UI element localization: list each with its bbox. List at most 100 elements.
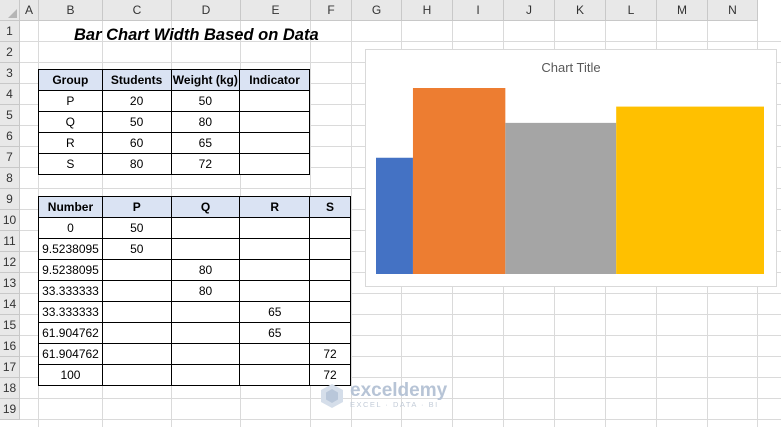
- table-cell[interactable]: 100: [38, 364, 103, 386]
- table-cell[interactable]: [239, 132, 310, 154]
- header-weight[interactable]: Weight (kg): [170, 69, 241, 91]
- table-cell[interactable]: 80: [170, 111, 241, 133]
- table-cell[interactable]: 65: [170, 132, 241, 154]
- chart-bar-S[interactable]: [616, 106, 764, 274]
- column-header-N[interactable]: N: [708, 0, 758, 21]
- column-header-B[interactable]: B: [39, 0, 103, 21]
- column-header-J[interactable]: J: [504, 0, 555, 21]
- row-header-4[interactable]: 4: [0, 84, 20, 105]
- table-cell[interactable]: P: [38, 90, 103, 112]
- table-cell[interactable]: [239, 153, 310, 175]
- row-header-13[interactable]: 13: [0, 273, 20, 294]
- table-cell[interactable]: 65: [239, 322, 311, 344]
- chart-bar-P[interactable]: [376, 157, 413, 274]
- column-header-I[interactable]: I: [453, 0, 504, 21]
- table-cell[interactable]: [309, 259, 351, 281]
- table-cell[interactable]: [239, 280, 311, 302]
- table-cell[interactable]: 50: [101, 217, 172, 239]
- table-cell[interactable]: [101, 322, 172, 344]
- table-cell[interactable]: 33.333333: [38, 301, 103, 323]
- table-cell[interactable]: 61.904762: [38, 322, 103, 344]
- row-header-16[interactable]: 16: [0, 336, 20, 357]
- table-cell[interactable]: [170, 301, 241, 323]
- table-cell[interactable]: 33.333333: [38, 280, 103, 302]
- table-cell[interactable]: 72: [170, 153, 241, 175]
- table-cell[interactable]: 72: [309, 343, 351, 365]
- header-p[interactable]: P: [101, 196, 172, 218]
- row-header-10[interactable]: 10: [0, 210, 20, 231]
- column-header-C[interactable]: C: [103, 0, 172, 21]
- table-cell[interactable]: [101, 343, 172, 365]
- table-cell[interactable]: 60: [101, 132, 172, 154]
- table-cell[interactable]: [170, 343, 241, 365]
- column-header-D[interactable]: D: [172, 0, 241, 21]
- table-cell[interactable]: [101, 364, 172, 386]
- table-cell[interactable]: [309, 217, 351, 239]
- table-cell[interactable]: [239, 238, 311, 260]
- row-header-3[interactable]: 3: [0, 63, 20, 84]
- select-all-corner[interactable]: [0, 0, 20, 21]
- chart-bar-R[interactable]: [505, 122, 617, 274]
- table-cell[interactable]: [309, 301, 351, 323]
- table-cell[interactable]: 80: [170, 280, 241, 302]
- column-header-F[interactable]: F: [311, 0, 352, 21]
- table-cell[interactable]: 50: [101, 238, 172, 260]
- row-header-8[interactable]: 8: [0, 168, 20, 189]
- column-header-A[interactable]: A: [20, 0, 39, 21]
- table-cell[interactable]: 80: [101, 153, 172, 175]
- table-cell[interactable]: 50: [101, 111, 172, 133]
- bar-chart[interactable]: Chart Title: [365, 49, 777, 287]
- row-header-2[interactable]: 2: [0, 42, 20, 63]
- table-cell[interactable]: [101, 301, 172, 323]
- table-cell[interactable]: [239, 364, 311, 386]
- row-header-15[interactable]: 15: [0, 315, 20, 336]
- row-header-5[interactable]: 5: [0, 105, 20, 126]
- chart-bar-Q[interactable]: [412, 88, 506, 274]
- column-header-K[interactable]: K: [555, 0, 606, 21]
- row-header-11[interactable]: 11: [0, 231, 20, 252]
- table-cell[interactable]: R: [38, 132, 103, 154]
- header-s[interactable]: S: [309, 196, 351, 218]
- row-header-12[interactable]: 12: [0, 252, 20, 273]
- table-cell[interactable]: [101, 259, 172, 281]
- table-cell[interactable]: [170, 217, 241, 239]
- header-students[interactable]: Students: [101, 69, 172, 91]
- table-cell[interactable]: [239, 259, 311, 281]
- table-cell[interactable]: 61.904762: [38, 343, 103, 365]
- row-header-7[interactable]: 7: [0, 147, 20, 168]
- table-cell[interactable]: [170, 322, 241, 344]
- column-header-H[interactable]: H: [402, 0, 453, 21]
- table-cell[interactable]: [170, 238, 241, 260]
- header-number[interactable]: Number: [38, 196, 103, 218]
- table-cell[interactable]: 20: [101, 90, 172, 112]
- row-header-18[interactable]: 18: [0, 378, 20, 399]
- table-cell[interactable]: 0: [38, 217, 103, 239]
- table-cell[interactable]: [309, 322, 351, 344]
- row-header-9[interactable]: 9: [0, 189, 20, 210]
- header-q[interactable]: Q: [170, 196, 241, 218]
- column-header-M[interactable]: M: [657, 0, 708, 21]
- header-indicator[interactable]: Indicator: [239, 69, 310, 91]
- table-cell[interactable]: 9.5238095: [38, 259, 103, 281]
- table-cell[interactable]: [239, 90, 310, 112]
- row-header-14[interactable]: 14: [0, 294, 20, 315]
- table-cell[interactable]: [309, 280, 351, 302]
- table-cell[interactable]: [239, 217, 311, 239]
- table-cell[interactable]: [170, 364, 241, 386]
- row-header-19[interactable]: 19: [0, 399, 20, 420]
- table-cell[interactable]: 80: [170, 259, 241, 281]
- table-cell[interactable]: [101, 280, 172, 302]
- table-cell[interactable]: [239, 111, 310, 133]
- row-header-17[interactable]: 17: [0, 357, 20, 378]
- table-cell[interactable]: [239, 343, 311, 365]
- column-header-G[interactable]: G: [352, 0, 402, 21]
- row-header-6[interactable]: 6: [0, 126, 20, 147]
- table-cell[interactable]: 50: [170, 90, 241, 112]
- table-cell[interactable]: S: [38, 153, 103, 175]
- table-cell[interactable]: [309, 238, 351, 260]
- table-cell[interactable]: 65: [239, 301, 311, 323]
- table-cell[interactable]: 9.5238095: [38, 238, 103, 260]
- row-header-1[interactable]: 1: [0, 21, 20, 42]
- column-header-E[interactable]: E: [241, 0, 311, 21]
- header-group[interactable]: Group: [38, 69, 103, 91]
